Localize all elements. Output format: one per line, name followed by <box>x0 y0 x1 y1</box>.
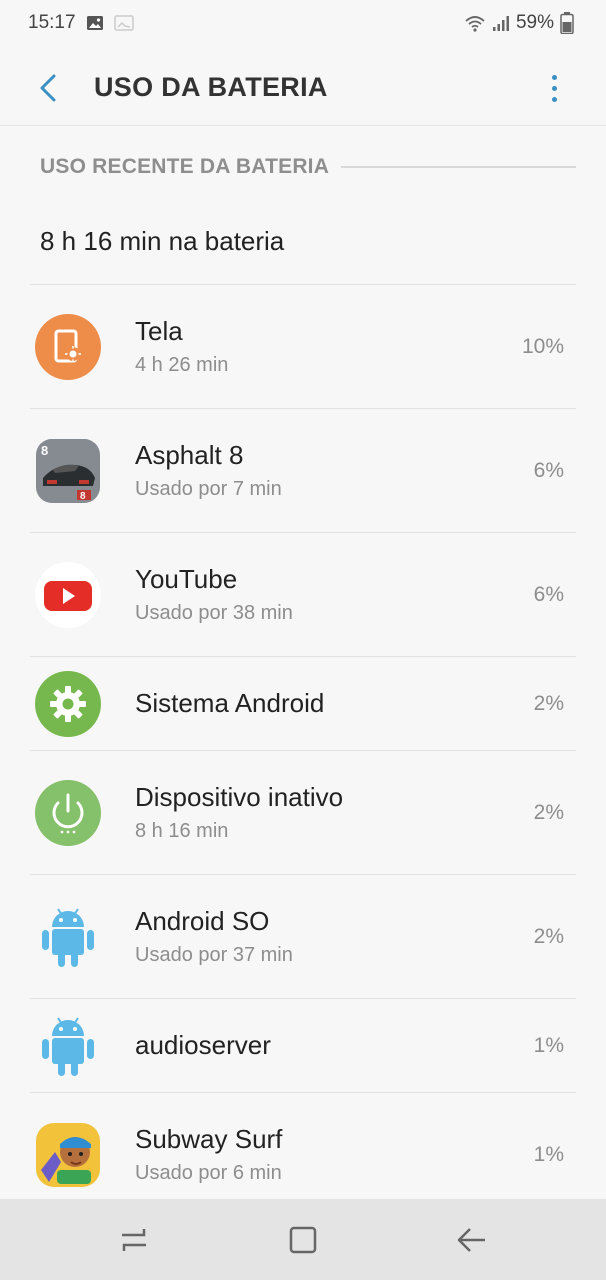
list-item-texts: audioserver <box>135 1029 271 1061</box>
power-idle-icon <box>34 779 102 847</box>
battery-icon <box>560 12 574 34</box>
wifi-icon <box>464 14 486 32</box>
list-item-texts: YouTube Usado por 38 min <box>135 563 293 627</box>
navigation-bar <box>0 1199 606 1280</box>
usage-percent: 2% <box>533 925 564 948</box>
list-item-name: audioserver <box>135 1030 271 1060</box>
list-item-detail: Usado por 37 min <box>135 944 293 966</box>
gallery-outline-notification-icon <box>113 15 134 31</box>
usage-percent: 6% <box>533 583 564 606</box>
list-item-texts: Tela 4 h 26 min <box>135 315 228 379</box>
list-item-android-so[interactable]: Android SO Usado por 37 min 2% <box>0 875 606 999</box>
usage-percent: 2% <box>533 692 564 715</box>
list-item-texts: Android SO Usado por 37 min <box>135 905 293 969</box>
list-item-name: Dispositivo inativo <box>135 782 344 812</box>
list-item-audioserver[interactable]: audioserver 1% <box>0 999 606 1093</box>
usage-percent: 6% <box>533 459 564 482</box>
list-item-texts: Asphalt 8 Usado por 7 min <box>135 439 282 503</box>
list-item-detail: Usado por 7 min <box>135 478 282 500</box>
status-right: 59% <box>464 12 574 34</box>
list-item-name: Subway Surf <box>135 1124 283 1154</box>
list-item-detail: Usado por 6 min <box>135 1162 282 1184</box>
list-item-asphalt-8[interactable]: 88 Asphalt 8 Usado por 7 min 6% <box>0 409 606 533</box>
android-robot-icon <box>34 903 102 971</box>
list-item-youtube[interactable]: YouTube Usado por 38 min 6% <box>0 533 606 657</box>
screen-brightness-icon <box>34 313 102 381</box>
list-item-name: Sistema Android <box>135 688 325 718</box>
back-arrow-icon <box>457 1227 485 1252</box>
more-options-button[interactable] <box>542 68 566 108</box>
recent-apps-button[interactable] <box>104 1210 164 1270</box>
list-item-name: YouTube <box>135 564 238 594</box>
status-left: 15:17 <box>28 12 134 34</box>
list-item-tela[interactable]: Tela 4 h 26 min 10% <box>0 285 606 409</box>
home-button[interactable] <box>273 1210 333 1270</box>
list-item-texts: Sistema Android <box>135 687 324 719</box>
back-button[interactable] <box>28 68 68 108</box>
status-time: 15:17 <box>28 12 76 33</box>
list-item-texts: Dispositivo inativo 8 h 16 min <box>135 781 343 845</box>
section-header-label: USO RECENTE DA BATERIA <box>40 155 330 178</box>
youtube-app-icon <box>34 561 102 629</box>
list-item-name: Tela <box>135 316 183 346</box>
section-header: USO RECENTE DA BATERIA <box>40 152 576 182</box>
battery-percent: 59% <box>515 12 554 33</box>
list-item-detail: 8 h 16 min <box>135 820 229 842</box>
battery-time-summary: 8 h 16 min na bateria <box>40 226 285 256</box>
settings-gear-icon <box>34 670 102 738</box>
recent-apps-icon <box>122 1228 147 1251</box>
more-vert-icon <box>551 74 557 80</box>
list-item-detail: Usado por 38 min <box>135 602 293 624</box>
list-item-dispositivo-inativo[interactable]: Dispositivo inativo 8 h 16 min 2% <box>0 751 606 875</box>
app-bar: USO DA BATERIA <box>0 50 606 126</box>
signal-icon <box>492 14 510 32</box>
svg-text:8: 8 <box>80 491 86 502</box>
list-item-sistema-android[interactable]: Sistema Android 2% <box>0 657 606 751</box>
page-title: USO DA BATERIA <box>94 72 328 102</box>
list-item-detail: 4 h 26 min <box>135 354 229 376</box>
list-item-name: Asphalt 8 <box>135 440 244 470</box>
list-item-name: Android SO <box>135 906 270 936</box>
chevron-left-icon <box>40 74 56 101</box>
back-nav-button[interactable] <box>442 1210 502 1270</box>
gallery-notification-icon <box>86 15 104 31</box>
usage-percent: 2% <box>533 801 564 824</box>
usage-percent: 10% <box>521 335 564 358</box>
android-robot-icon <box>34 1012 102 1080</box>
status-bar: 15:17 59% <box>0 0 606 46</box>
asphalt-8-app-icon: 88 <box>34 437 102 505</box>
section-header-divider <box>341 166 576 168</box>
home-icon <box>289 1226 317 1253</box>
usage-percent: 1% <box>533 1034 564 1057</box>
usage-percent: 1% <box>533 1143 564 1166</box>
svg-text:8: 8 <box>41 443 48 458</box>
battery-usage-list: Tela 4 h 26 min 10% 88 Asphalt 8 Usado p… <box>0 285 606 1217</box>
subway-surf-app-icon <box>34 1121 102 1189</box>
list-item-texts: Subway Surf Usado por 6 min <box>135 1123 282 1187</box>
